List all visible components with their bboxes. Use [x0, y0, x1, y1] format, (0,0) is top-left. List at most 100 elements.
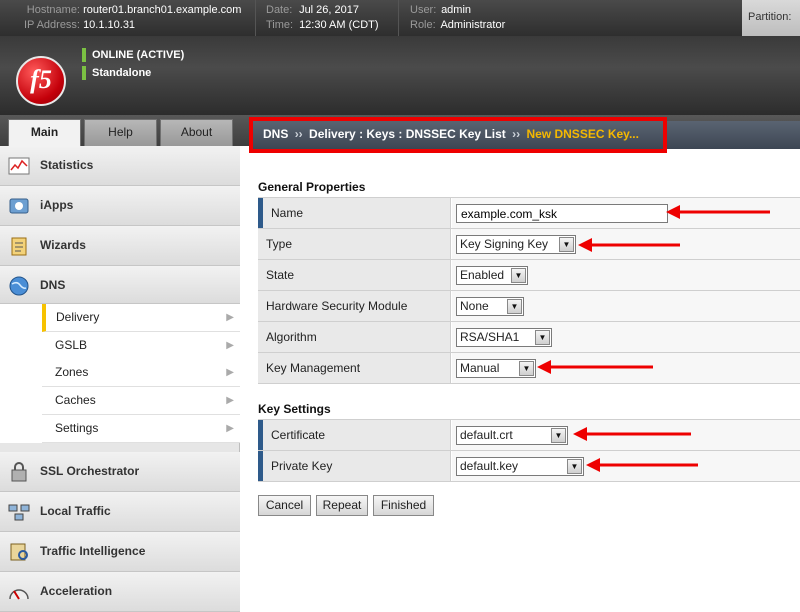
key-management-label: Key Management	[258, 353, 451, 383]
breadcrumb-bar-extension	[667, 121, 800, 149]
breadcrumb-current: New DNSSEC Key...	[526, 127, 639, 141]
nav-statistics[interactable]: Statistics	[0, 146, 240, 186]
certificate-selected-value: default.crt	[460, 428, 513, 442]
chevron-right-icon: ▶	[226, 395, 234, 406]
user-label: User:	[410, 4, 437, 16]
subnav-label: Settings	[55, 421, 99, 435]
certificate-select[interactable]: default.crt ▼	[456, 426, 568, 445]
breadcrumb-key-list[interactable]: Delivery : Keys : DNSSEC Key List	[309, 127, 506, 141]
certificate-label: Certificate	[258, 420, 451, 450]
private-key-selected-value: default.key	[460, 459, 519, 473]
tab-main[interactable]: Main	[8, 119, 81, 147]
user-info: User: admin Role: Administrator	[410, 3, 505, 33]
device-status: ONLINE (ACTIVE)	[82, 48, 184, 62]
annotation-arrow-icon	[573, 427, 691, 441]
row-certificate: Certificate default.crt ▼	[258, 420, 800, 451]
algorithm-label: Algorithm	[258, 322, 451, 352]
private-key-label: Private Key	[258, 451, 451, 481]
nav-label: DNS	[40, 278, 66, 292]
datetime-info: Date: Jul 26, 2017 Time: 12:30 AM (CDT)	[266, 3, 379, 33]
row-key-management: Key Management Manual ▼	[258, 353, 800, 384]
row-state: State Enabled ▼	[258, 260, 800, 291]
nav-wizards[interactable]: Wizards	[0, 226, 240, 266]
name-input[interactable]	[456, 204, 668, 223]
row-algorithm: Algorithm RSA/SHA1 ▼	[258, 322, 800, 353]
subnav-label: GSLB	[55, 338, 88, 352]
nav-label: iApps	[40, 198, 74, 212]
key-management-selected-value: Manual	[460, 361, 500, 375]
subnav-label: Zones	[55, 365, 89, 379]
subnav-settings[interactable]: Settings ▶	[42, 415, 240, 443]
role-label: Role:	[410, 19, 436, 31]
chevron-right-icon: ▶	[226, 367, 234, 378]
finished-button[interactable]: Finished	[373, 495, 434, 516]
chevron-down-icon: ▼	[519, 361, 534, 376]
nav-dns[interactable]: DNS	[0, 266, 240, 304]
partition-selector[interactable]: Partition:	[742, 0, 800, 36]
network-icon	[8, 504, 30, 521]
subnav-gslb[interactable]: GSLB ▶	[42, 332, 240, 360]
chevron-right-icon: ▶	[226, 423, 234, 434]
chart-icon	[8, 157, 30, 175]
iapps-icon	[9, 198, 29, 214]
wizard-clipboard-icon	[11, 237, 27, 256]
nav-label: Local Traffic	[40, 504, 111, 518]
private-key-select[interactable]: default.key ▼	[456, 457, 584, 476]
hostname-label: Hostname:	[26, 4, 80, 16]
chevron-down-icon: ▼	[511, 268, 526, 283]
state-cell: Enabled ▼	[452, 260, 800, 290]
nav-local-traffic[interactable]: Local Traffic	[0, 492, 240, 532]
nav-label: Traffic Intelligence	[40, 544, 146, 558]
topbar-divider	[398, 0, 399, 36]
chevron-right-icon: ▶	[226, 340, 234, 351]
tab-about[interactable]: About	[160, 119, 233, 146]
nav-ssl-orchestrator[interactable]: SSL Orchestrator	[0, 452, 240, 492]
state-selected-value: Enabled	[460, 268, 505, 282]
nav-iapps[interactable]: iApps	[0, 186, 240, 226]
breadcrumb-separator: ››	[294, 127, 303, 141]
role-value: Administrator	[440, 19, 506, 31]
section-key-settings: Key Settings	[258, 402, 331, 416]
row-type: Type Key Signing Key ▼	[258, 229, 800, 260]
hsm-selected-value: None	[460, 299, 489, 313]
globe-icon	[9, 276, 29, 296]
host-info: Hostname: router01.branch01.example.com …	[18, 3, 242, 33]
traffic-intelligence-icon	[10, 543, 28, 561]
nav-acceleration[interactable]: Acceleration	[0, 572, 240, 612]
annotation-arrow-icon	[666, 205, 770, 219]
nav-traffic-intelligence[interactable]: Traffic Intelligence	[0, 532, 240, 572]
subnav-delivery[interactable]: Delivery ▶	[42, 304, 240, 332]
row-hsm: Hardware Security Module None ▼	[258, 291, 800, 322]
nav-label: SSL Orchestrator	[40, 464, 140, 478]
annotation-arrow-icon	[578, 238, 680, 252]
chevron-right-icon: ▶	[226, 312, 234, 323]
chevron-down-icon: ▼	[559, 237, 574, 252]
type-label: Type	[258, 229, 451, 259]
hostname-value: router01.branch01.example.com	[83, 4, 242, 16]
chevron-down-icon: ▼	[551, 428, 566, 443]
subnav-label: Caches	[55, 393, 96, 407]
subnav-zones[interactable]: Zones ▶	[42, 359, 240, 387]
state-select[interactable]: Enabled ▼	[456, 266, 528, 285]
chevron-down-icon: ▼	[535, 330, 550, 345]
subnav-caches[interactable]: Caches ▶	[42, 387, 240, 415]
date-value: Jul 26, 2017	[299, 4, 359, 16]
hsm-label: Hardware Security Module	[258, 291, 451, 321]
type-select[interactable]: Key Signing Key ▼	[456, 235, 576, 254]
key-management-select[interactable]: Manual ▼	[456, 359, 536, 378]
algorithm-cell: RSA/SHA1 ▼	[452, 322, 800, 352]
hsm-select[interactable]: None ▼	[456, 297, 524, 316]
date-label: Date:	[266, 4, 293, 16]
name-label: Name	[258, 198, 451, 228]
breadcrumb-separator: ››	[512, 127, 521, 141]
cancel-button[interactable]: Cancel	[258, 495, 311, 516]
section-general-properties: General Properties	[258, 180, 366, 194]
topbar-divider	[255, 0, 256, 36]
user-value: admin	[441, 4, 472, 16]
gauge-icon	[9, 589, 29, 600]
repeat-button[interactable]: Repeat	[316, 495, 368, 516]
f5-logo: f5	[16, 56, 66, 106]
tab-help[interactable]: Help	[84, 119, 157, 146]
algorithm-select[interactable]: RSA/SHA1 ▼	[456, 328, 552, 347]
breadcrumb-dns[interactable]: DNS	[263, 127, 288, 141]
